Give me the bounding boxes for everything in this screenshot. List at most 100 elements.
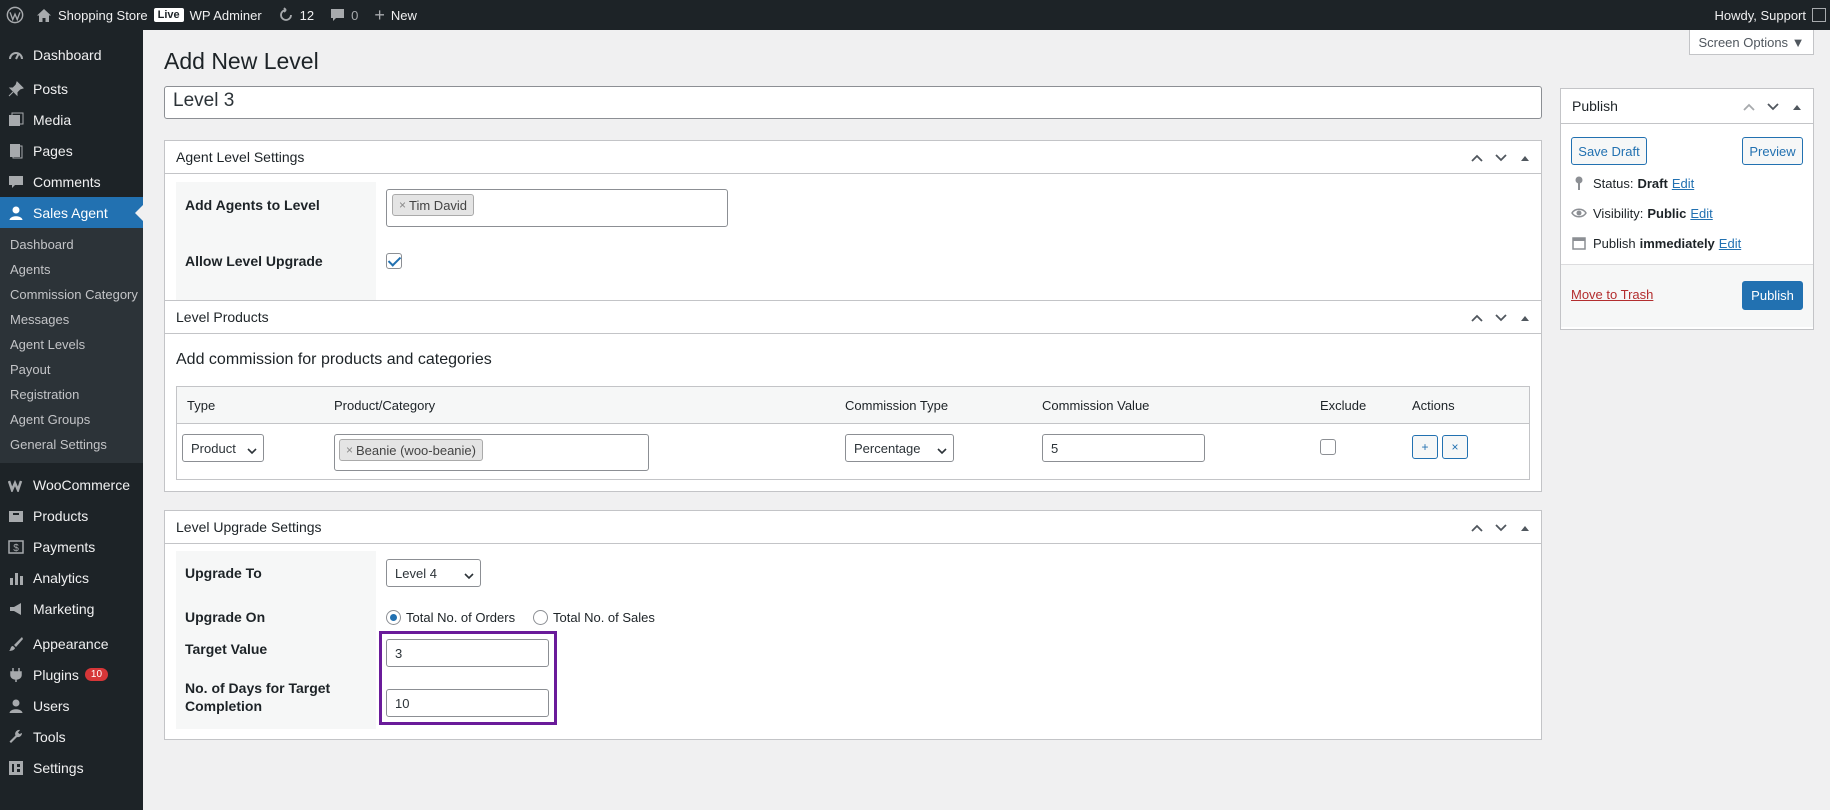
media-icon bbox=[7, 111, 25, 129]
menu-media[interactable]: Media bbox=[0, 104, 143, 135]
brush-icon bbox=[7, 635, 25, 653]
upgrade-on-label: Upgrade On bbox=[185, 609, 266, 625]
total-orders-radio[interactable] bbox=[386, 610, 401, 625]
edit-visibility-link[interactable]: Edit bbox=[1690, 206, 1712, 221]
comments-count: 0 bbox=[351, 7, 359, 23]
chip-label: Beanie (woo-beanie) bbox=[356, 442, 476, 458]
edit-publish-date-link[interactable]: Edit bbox=[1719, 236, 1741, 251]
submenu-messages[interactable]: Messages bbox=[0, 307, 143, 332]
publish-button[interactable]: Publish bbox=[1742, 281, 1803, 310]
agent-chip[interactable]: × Tim David bbox=[392, 194, 475, 216]
screen-options-button[interactable]: Screen Options ▼ bbox=[1689, 30, 1814, 55]
postbox-header: Level Products bbox=[165, 301, 1541, 334]
upgrade-to-select[interactable]: Level 4 bbox=[386, 559, 481, 587]
submenu-commission-category[interactable]: Commission Category bbox=[0, 282, 143, 307]
status-value: Draft bbox=[1637, 175, 1668, 191]
visibility-value: Public bbox=[1647, 205, 1687, 221]
menu-label: Media bbox=[33, 111, 72, 128]
preview-button[interactable]: Preview bbox=[1742, 137, 1803, 165]
site-home-link[interactable]: Shopping Store Live WP Adminer bbox=[32, 0, 270, 30]
level-products-box: Level Products Add commission for produc… bbox=[164, 300, 1542, 492]
menu-woocommerce[interactable]: WooCommerce bbox=[0, 469, 143, 500]
menu-pages[interactable]: Pages bbox=[0, 135, 143, 166]
product-chip[interactable]: × Beanie (woo-beanie) bbox=[339, 439, 483, 461]
postbox-header: Level Upgrade Settings bbox=[165, 511, 1541, 544]
my-account-link[interactable]: Howdy, Support bbox=[1706, 0, 1830, 30]
wordpress-logo-icon[interactable] bbox=[0, 0, 32, 30]
wrench-icon bbox=[7, 728, 25, 746]
menu-label: Tools bbox=[33, 728, 66, 745]
menu-dashboard[interactable]: Dashboard bbox=[0, 39, 143, 70]
menu-analytics[interactable]: Analytics bbox=[0, 562, 143, 593]
commission-type-select[interactable]: Percentage bbox=[845, 434, 954, 462]
submenu-payout[interactable]: Payout bbox=[0, 357, 143, 382]
box-icon bbox=[7, 507, 25, 525]
chart-icon bbox=[7, 569, 25, 587]
menu-label: Dashboard bbox=[33, 46, 102, 63]
box-title: Agent Level Settings bbox=[176, 149, 305, 165]
move-down-icon[interactable] bbox=[1493, 310, 1509, 326]
collapse-toggle-icon[interactable] bbox=[1517, 310, 1533, 326]
menu-payments[interactable]: $ Payments bbox=[0, 531, 143, 562]
move-up-icon[interactable] bbox=[1741, 99, 1757, 115]
remove-row-button[interactable]: × bbox=[1442, 435, 1468, 459]
allow-upgrade-checkbox[interactable] bbox=[386, 253, 402, 269]
page-title: Add New Level bbox=[164, 48, 319, 74]
move-down-icon[interactable] bbox=[1493, 150, 1509, 166]
submenu-general-settings[interactable]: General Settings bbox=[0, 432, 143, 457]
select-value: Product bbox=[191, 440, 236, 456]
menu-marketing[interactable]: Marketing bbox=[0, 593, 143, 624]
chevron-down-icon bbox=[937, 443, 947, 458]
comments-link[interactable]: 0 bbox=[322, 0, 366, 30]
move-up-icon[interactable] bbox=[1469, 150, 1485, 166]
box-title: Level Upgrade Settings bbox=[176, 519, 322, 535]
submenu-dashboard[interactable]: Dashboard bbox=[0, 232, 143, 257]
total-sales-radio[interactable] bbox=[533, 610, 548, 625]
menu-posts[interactable]: Posts bbox=[0, 73, 143, 104]
collapse-toggle-icon[interactable] bbox=[1517, 150, 1533, 166]
refresh-icon bbox=[278, 7, 294, 23]
menu-settings[interactable]: Settings bbox=[0, 752, 143, 783]
exclude-checkbox[interactable] bbox=[1320, 439, 1336, 455]
type-select[interactable]: Product bbox=[182, 434, 264, 462]
visibility-label: Visibility: bbox=[1593, 205, 1644, 221]
move-up-icon[interactable] bbox=[1469, 310, 1485, 326]
howdy-text: Howdy, Support bbox=[1714, 7, 1806, 23]
add-row-button[interactable]: + bbox=[1412, 435, 1438, 459]
menu-comments[interactable]: Comments bbox=[0, 166, 143, 197]
collapse-toggle-icon[interactable] bbox=[1517, 520, 1533, 536]
settings-icon bbox=[7, 759, 25, 777]
dollar-icon: $ bbox=[7, 538, 25, 556]
menu-tools[interactable]: Tools bbox=[0, 721, 143, 752]
menu-products[interactable]: Products bbox=[0, 500, 143, 531]
submenu-agents[interactable]: Agents bbox=[0, 257, 143, 282]
edit-status-link[interactable]: Edit bbox=[1672, 176, 1694, 191]
pin-icon bbox=[7, 80, 25, 98]
menu-appearance[interactable]: Appearance bbox=[0, 628, 143, 659]
chip-remove-icon[interactable]: × bbox=[399, 198, 406, 212]
upgrade-to-label: Upgrade To bbox=[185, 565, 262, 581]
menu-users[interactable]: Users bbox=[0, 690, 143, 721]
submenu-registration[interactable]: Registration bbox=[0, 382, 143, 407]
move-down-icon[interactable] bbox=[1765, 99, 1781, 115]
save-draft-button[interactable]: Save Draft bbox=[1571, 137, 1647, 165]
menu-label: Appearance bbox=[33, 635, 109, 652]
menu-sales-agent[interactable]: Sales Agent bbox=[0, 197, 143, 228]
avatar bbox=[1812, 8, 1826, 22]
allow-upgrade-label: Allow Level Upgrade bbox=[185, 253, 323, 269]
menu-plugins[interactable]: Plugins 10 bbox=[0, 659, 143, 690]
commission-value-input[interactable]: 5 bbox=[1042, 434, 1205, 462]
level-title-input[interactable]: Level 3 bbox=[164, 86, 1542, 119]
submenu-agent-levels[interactable]: Agent Levels bbox=[0, 332, 143, 357]
chip-remove-icon[interactable]: × bbox=[346, 443, 353, 457]
new-content-link[interactable]: + New bbox=[366, 0, 425, 30]
move-to-trash-link[interactable]: Move to Trash bbox=[1571, 287, 1653, 302]
move-up-icon[interactable] bbox=[1469, 520, 1485, 536]
move-down-icon[interactable] bbox=[1493, 520, 1509, 536]
menu-label: Settings bbox=[33, 759, 84, 776]
updates-link[interactable]: 12 bbox=[270, 0, 322, 30]
submenu-agent-groups[interactable]: Agent Groups bbox=[0, 407, 143, 432]
chevron-down-icon bbox=[464, 568, 474, 583]
live-badge: Live bbox=[153, 8, 184, 22]
collapse-toggle-icon[interactable] bbox=[1789, 99, 1805, 115]
